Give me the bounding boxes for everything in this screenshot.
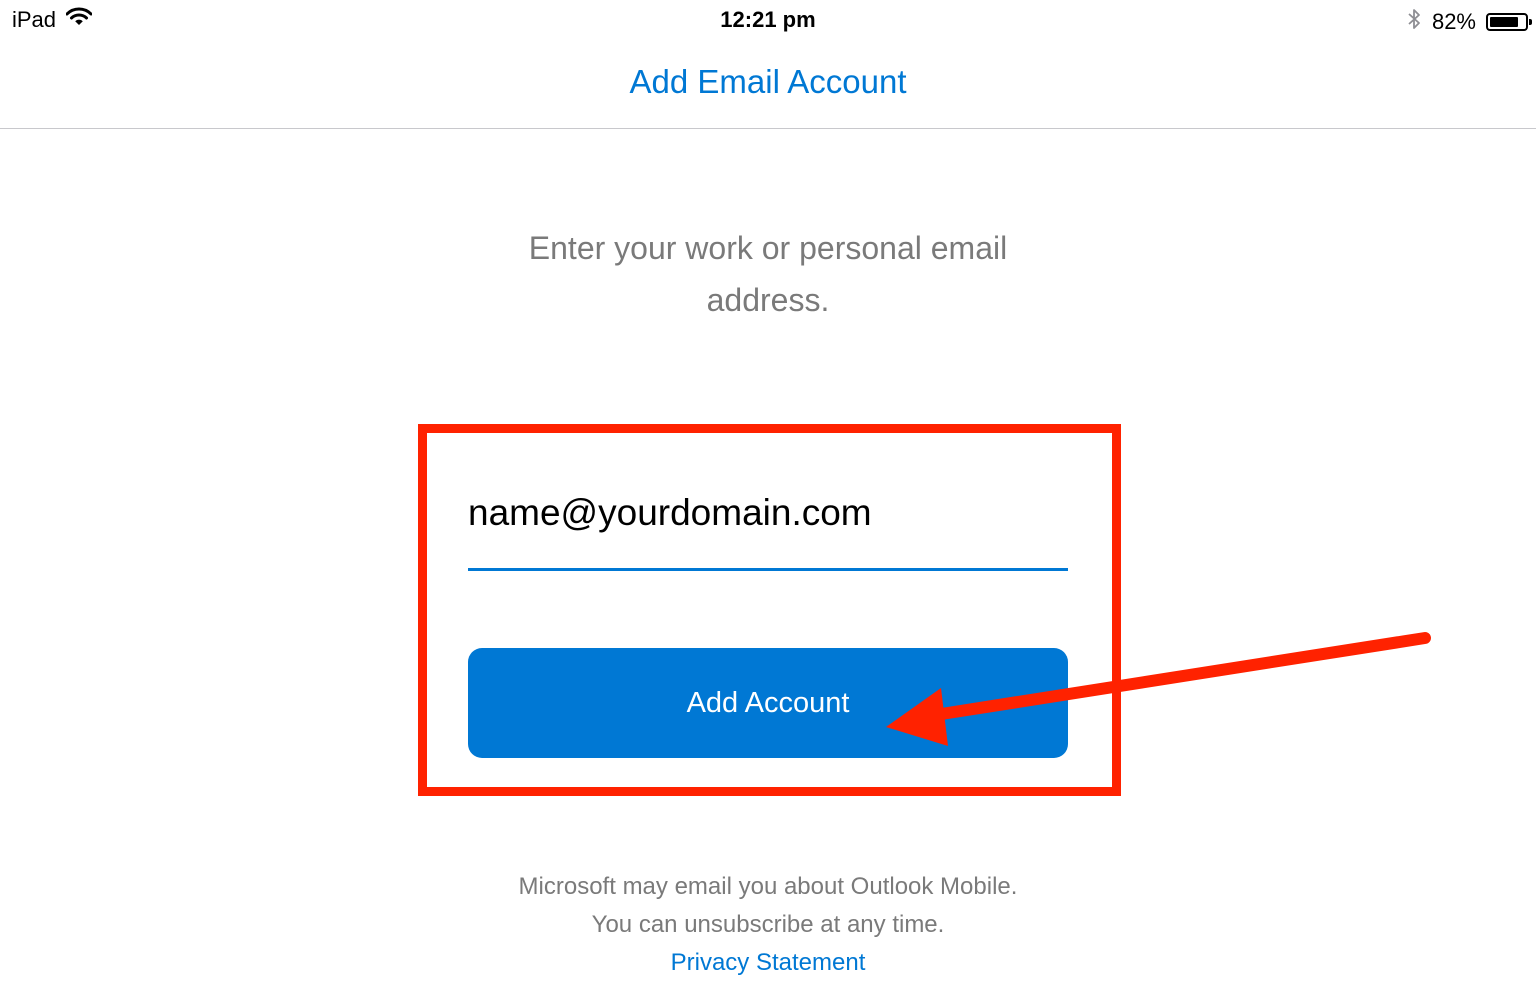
battery-fill (1490, 17, 1518, 27)
email-field[interactable]: name@yourdomain.com (468, 486, 1068, 571)
footer-notice-line-1: Microsoft may email you about Outlook Mo… (518, 873, 1018, 900)
add-account-button[interactable]: Add Account (468, 648, 1068, 758)
email-prompt: Enter your work or personal email addres… (528, 230, 1008, 318)
footer-notice-line-2: You can unsubscribe at any time. (591, 911, 945, 938)
email-input-value: name@yourdomain.com (468, 492, 872, 533)
add-email-account-screen: iPad 12:21 pm 82% Add Email Account Ente… (0, 0, 1536, 999)
bluetooth-icon (1406, 7, 1422, 37)
status-bar: iPad 12:21 pm 82% (0, 0, 1536, 44)
privacy-statement-link[interactable]: Privacy Statement (0, 944, 1536, 982)
battery-percent: 82% (1431, 9, 1476, 34)
battery-icon (1486, 13, 1532, 31)
page-title: Add Email Account (629, 63, 907, 100)
navigation-bar: Add Email Account (0, 44, 1536, 129)
footer: Microsoft may email you about Outlook Mo… (0, 868, 1536, 982)
battery-tip (1529, 19, 1532, 25)
status-right: 82% (1406, 7, 1532, 37)
status-time: 12:21 pm (720, 7, 816, 32)
